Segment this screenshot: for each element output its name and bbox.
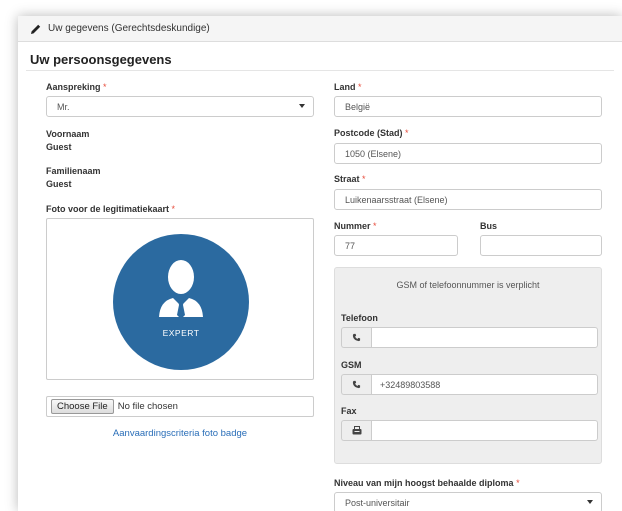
photo-preview: EXPERT xyxy=(46,218,314,380)
familienaam-value: Guest xyxy=(46,179,72,189)
nummer-label: Nummer * xyxy=(334,221,377,231)
gsm-label: GSM xyxy=(341,360,362,370)
bus-label: Bus xyxy=(480,221,498,231)
fax-icon xyxy=(352,426,361,435)
aanspreking-select[interactable]: Mr. xyxy=(46,96,314,117)
fax-input-group xyxy=(341,420,598,441)
fax-label: Fax xyxy=(341,406,357,416)
aanspreking-label: Aanspreking * xyxy=(46,82,107,92)
section-title: Uw persoonsgegevens xyxy=(30,52,172,67)
land-field[interactable]: België xyxy=(334,96,602,117)
postcode-label: Postcode (Stad) * xyxy=(334,128,409,138)
gsm-field[interactable]: +32489803588 xyxy=(371,374,598,395)
required-marker: * xyxy=(358,82,362,92)
straat-field[interactable]: Luikenaarsstraat (Elsene) xyxy=(334,189,602,210)
required-marker: * xyxy=(103,82,107,92)
telefoon-field[interactable] xyxy=(371,327,598,348)
nummer-field[interactable]: 77 xyxy=(334,235,458,256)
phone-icon xyxy=(352,380,361,389)
profile-panel: Uw gegevens (Gerechtsdeskundige) Uw pers… xyxy=(18,16,622,511)
pencil-icon xyxy=(31,24,41,34)
file-status: No file chosen xyxy=(117,401,178,412)
required-marker: * xyxy=(362,174,366,184)
phone-icon xyxy=(352,333,361,342)
file-input[interactable]: Choose File No file chosen xyxy=(46,396,314,417)
postcode-field[interactable]: 1050 (Elsene) xyxy=(334,143,602,164)
caret-down-icon xyxy=(299,104,305,108)
expert-avatar-icon xyxy=(113,234,249,370)
fax-field[interactable] xyxy=(371,420,598,441)
telefoon-label: Telefoon xyxy=(341,313,378,323)
criteria-link[interactable]: Aanvaardingscriteria foto badge xyxy=(46,428,314,439)
straat-label: Straat * xyxy=(334,174,366,184)
avatar-caption: EXPERT xyxy=(162,328,200,338)
land-label: Land * xyxy=(334,82,362,92)
diploma-select[interactable]: Post-universitair xyxy=(334,492,602,511)
gsm-input-group: +32489803588 xyxy=(341,374,598,395)
phone-group: GSM of telefoonnummer is verplicht Telef… xyxy=(334,267,602,464)
caret-down-icon xyxy=(587,500,593,504)
section-divider xyxy=(26,70,614,71)
diploma-label: Niveau van mijn hoogst behaalde diploma … xyxy=(334,478,520,488)
telefoon-input-group xyxy=(341,327,598,348)
choose-file-button[interactable]: Choose File xyxy=(51,399,114,414)
phone-required-note: GSM of telefoonnummer is verplicht xyxy=(396,280,540,290)
required-marker: * xyxy=(405,128,409,138)
voornaam-label: Voornaam xyxy=(46,129,90,139)
panel-heading-text: Uw gegevens (Gerechtsdeskundige) xyxy=(48,23,210,34)
familienaam-label: Familienaam xyxy=(46,166,101,176)
foto-label: Foto voor de legitimatiekaart * xyxy=(46,204,176,214)
bus-field[interactable] xyxy=(480,235,602,256)
required-marker: * xyxy=(171,204,176,214)
panel-heading: Uw gegevens (Gerechtsdeskundige) xyxy=(18,16,622,42)
required-marker: * xyxy=(516,478,520,488)
voornaam-value: Guest xyxy=(46,142,72,152)
required-marker: * xyxy=(373,221,377,231)
